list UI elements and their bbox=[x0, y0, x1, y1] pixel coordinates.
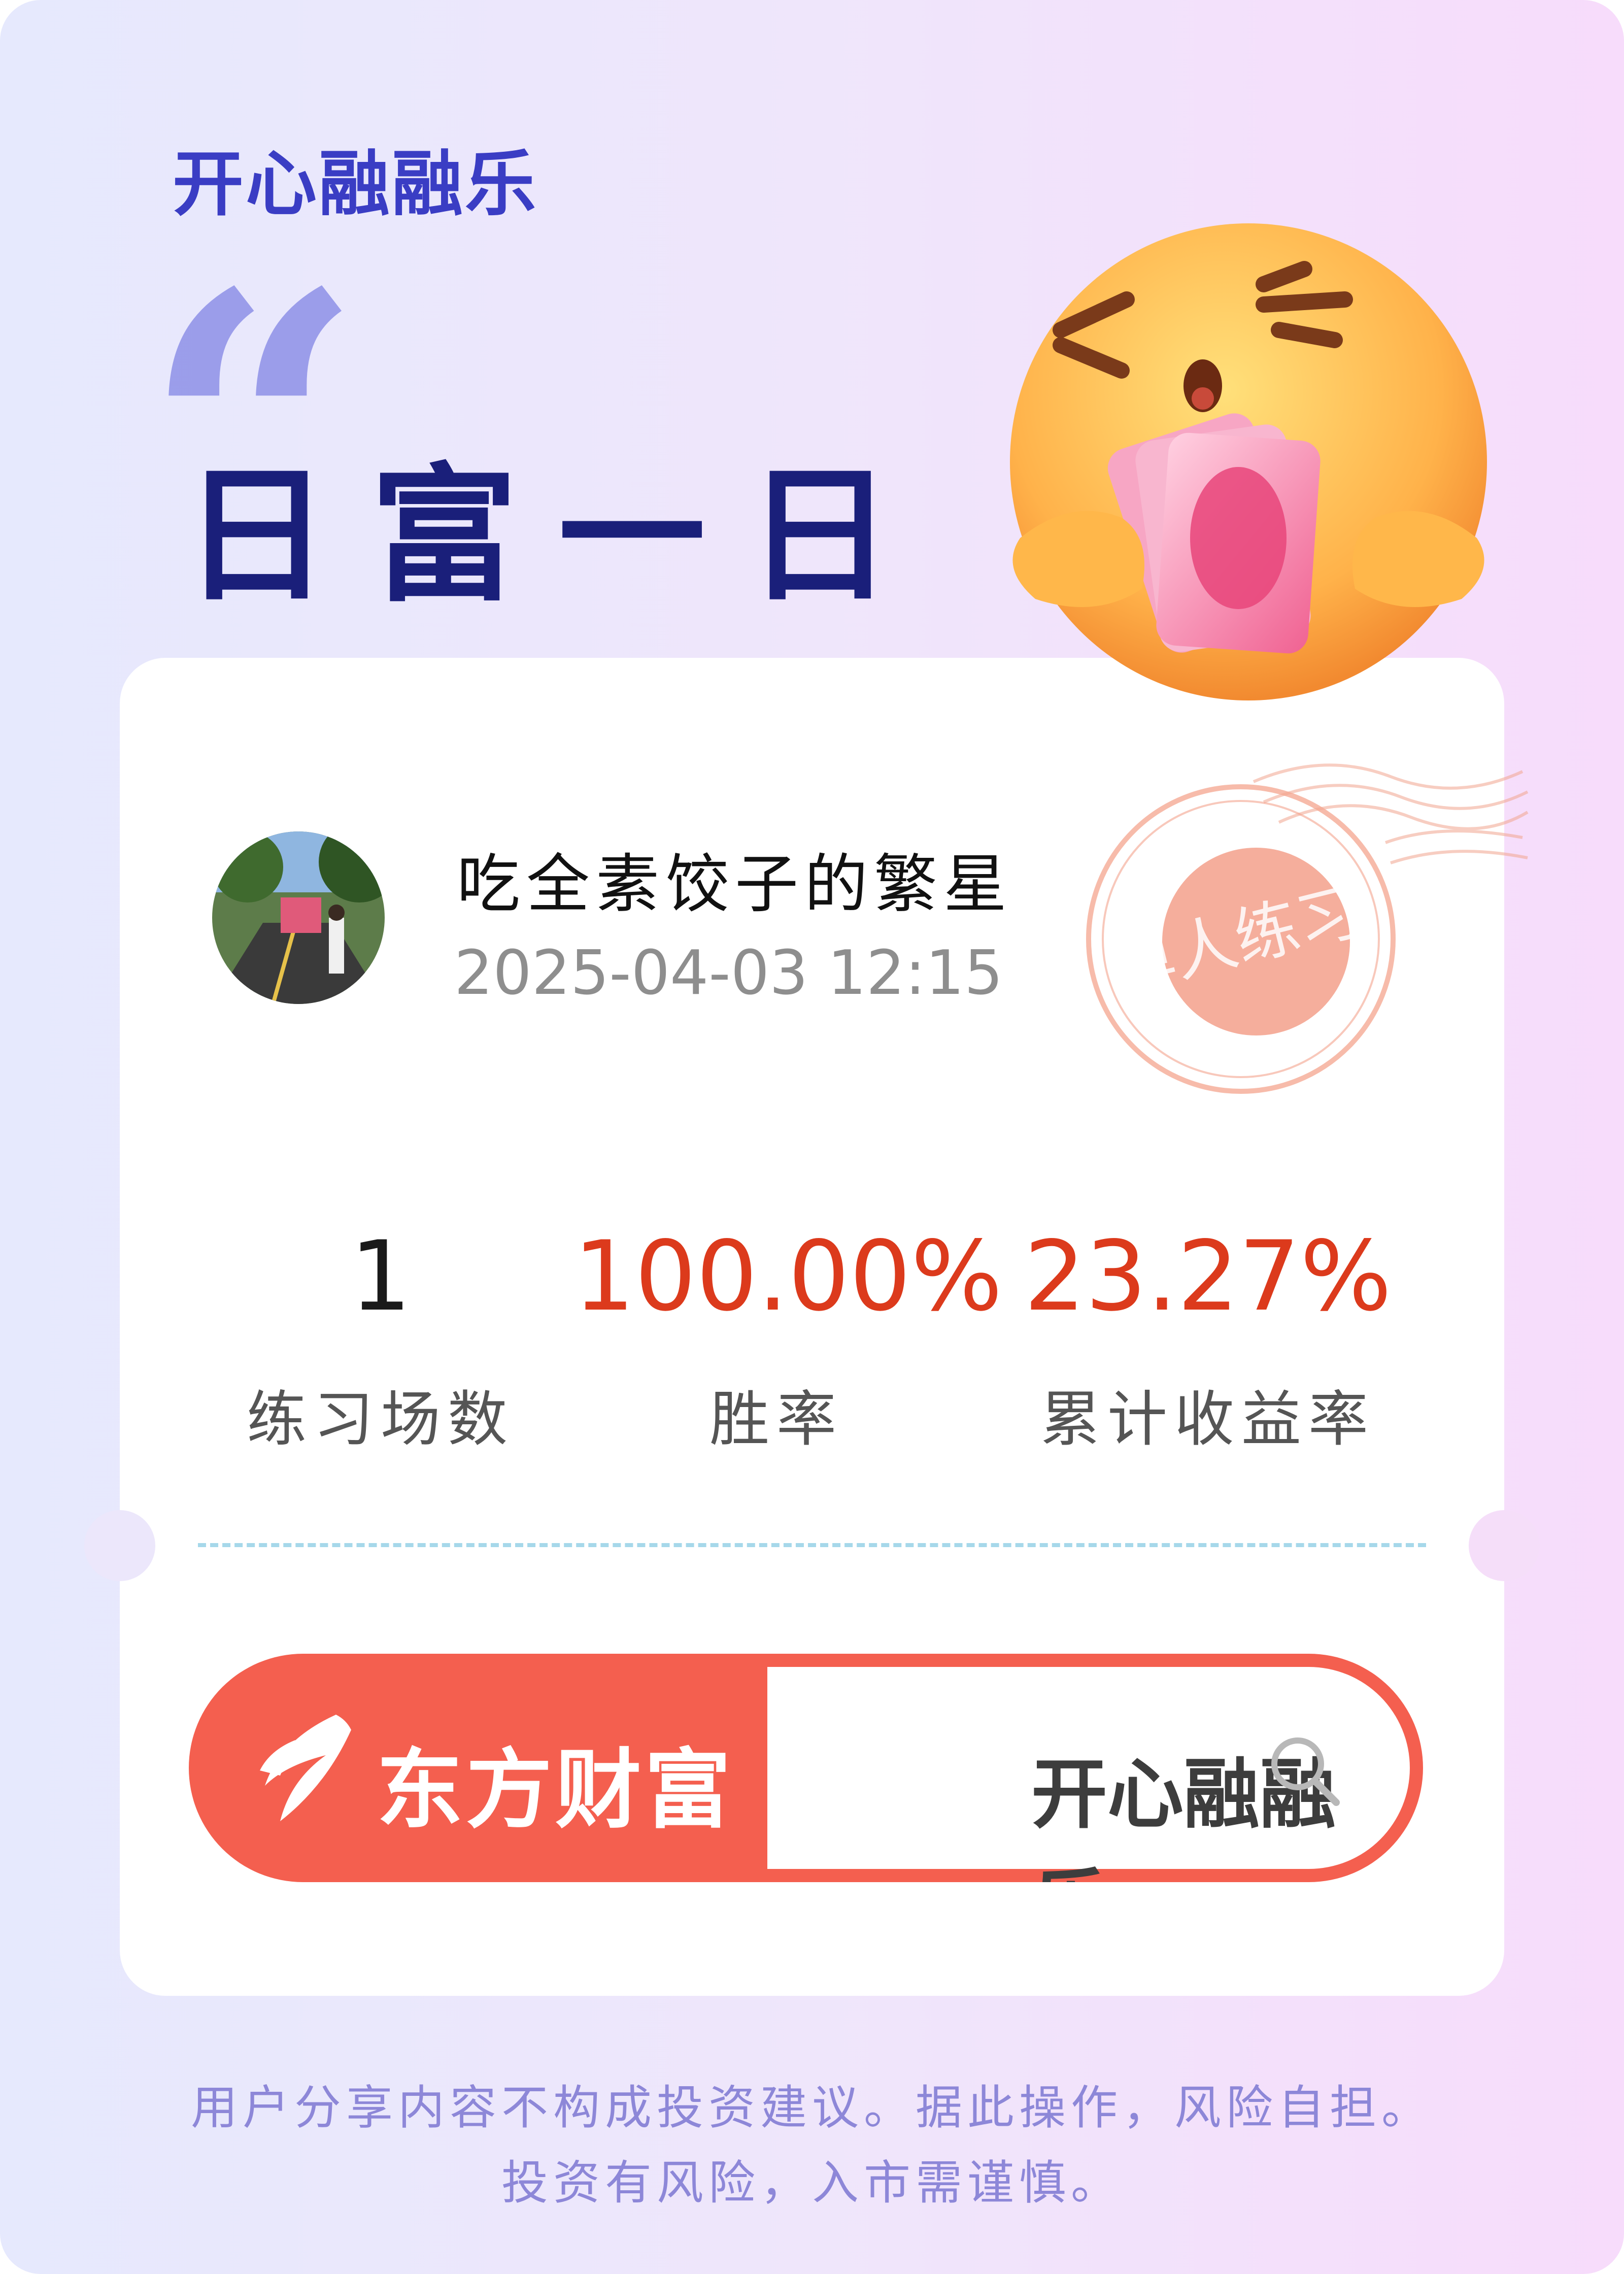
search-query-text: 开心融融乐 bbox=[1031, 1751, 1336, 1882]
cumulative-return-value: 23.27% bbox=[1024, 1220, 1392, 1332]
ticket-divider bbox=[198, 1543, 1426, 1547]
win-rate-label: 胜率 bbox=[709, 1384, 843, 1454]
search-bar[interactable]: 东方财富 开心融融乐 bbox=[189, 1654, 1423, 1882]
search-icon[interactable] bbox=[1266, 1732, 1342, 1809]
money-hug-emoji-icon bbox=[1010, 223, 1487, 700]
avatar-image bbox=[212, 831, 385, 1004]
avatar[interactable] bbox=[212, 831, 385, 1004]
username: 吃全素饺子的繁星 bbox=[457, 848, 1013, 921]
practice-count-value: 1 bbox=[350, 1220, 412, 1332]
win-rate-value: 100.00% bbox=[573, 1220, 1003, 1332]
headline: 日富一日 bbox=[183, 449, 934, 622]
disclaimer-line-1: 用户分享内容不构成投资建议。据此操作，风险自担。 bbox=[190, 2081, 1433, 2135]
single-practice-stamp: 单人练习 bbox=[1086, 763, 1529, 1094]
brand-segment: 东方财富 bbox=[189, 1654, 767, 1882]
ticket-notch-left bbox=[84, 1510, 155, 1581]
practice-count-label: 练习场数 bbox=[246, 1384, 515, 1454]
share-datetime: 2025-04-03 12:15 bbox=[454, 938, 1003, 1009]
eastmoney-logo-icon bbox=[260, 1715, 351, 1821]
share-poster: 开心融融乐 “ 日富一日 单人练习 吃全素饺子的繁星 2025-04-03 12… bbox=[0, 0, 1624, 2274]
disclaimer-line-2: 投资有风险，入市需谨慎。 bbox=[501, 2156, 1123, 2210]
ticket-notch-right bbox=[1469, 1510, 1540, 1581]
cumulative-return-label: 累计收益率 bbox=[1040, 1384, 1375, 1454]
eastmoney-brand: 东方财富 bbox=[377, 1740, 734, 1841]
